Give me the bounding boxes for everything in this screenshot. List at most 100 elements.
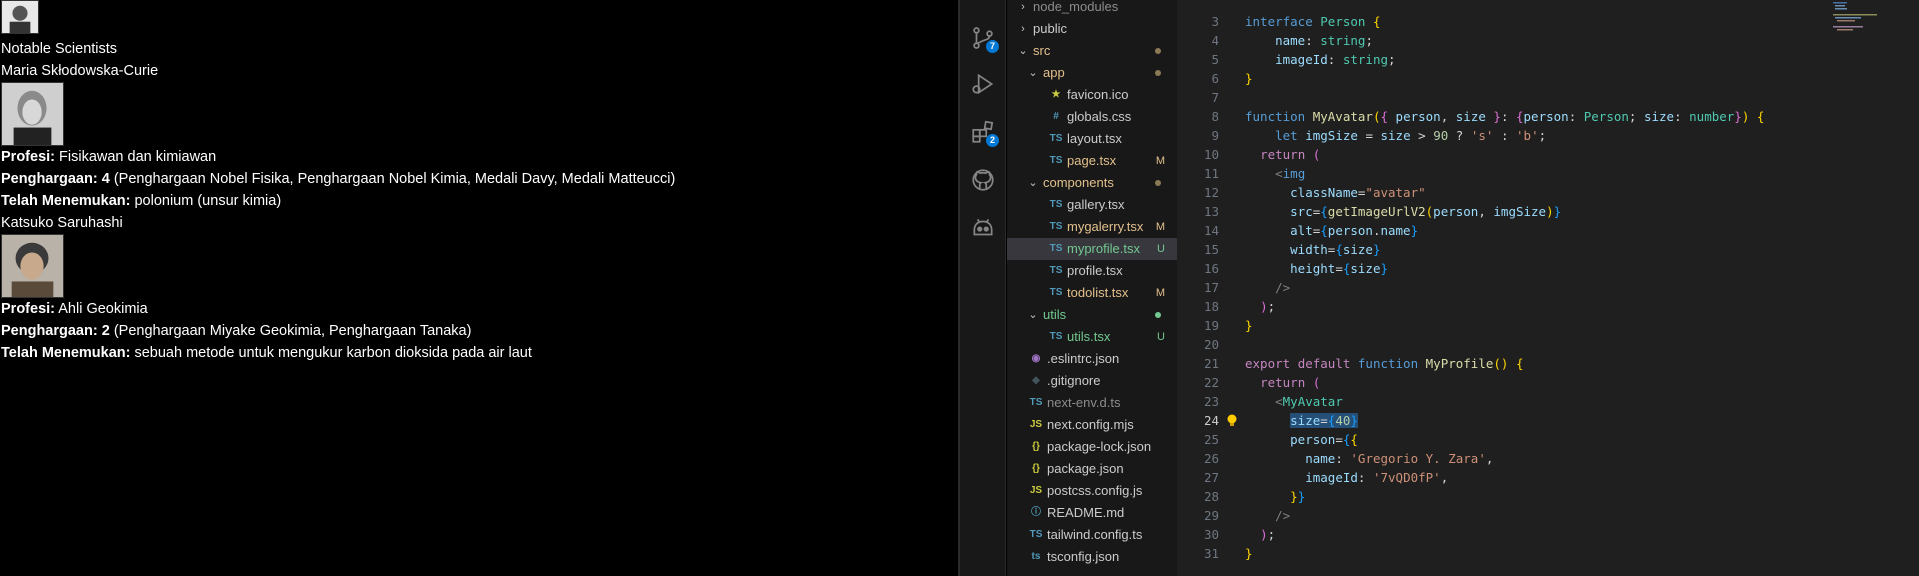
explorer-item[interactable]: ⓘ README.md [1007,502,1177,524]
line-number: 7 [1211,90,1219,105]
code-line[interactable]: return ( [1245,145,1320,164]
explorer-item[interactable]: TS todolist.tsx M [1007,282,1177,304]
code-line[interactable]: width={size} [1245,240,1380,259]
explorer-item[interactable]: TS myprofile.tsx U [1007,238,1177,260]
code-line[interactable]: export default function MyProfile() { [1245,354,1524,373]
explorer-item[interactable]: TS mygalerry.tsx M [1007,216,1177,238]
explorer-item[interactable]: TS tailwind.config.ts [1007,524,1177,546]
git-status-badge: U [1157,331,1165,343]
explorer-item[interactable]: TS profile.tsx [1007,260,1177,282]
code-line[interactable]: <MyAvatar [1245,392,1343,411]
copilot-icon[interactable] [969,214,997,242]
code-line[interactable]: person={{ [1245,430,1358,449]
git-status-badge: M [1155,221,1165,233]
code-line[interactable]: } [1245,69,1253,88]
line-number: 13 [1203,204,1219,219]
line-number: 6 [1211,71,1219,86]
ts-file-icon: TS [1049,221,1063,232]
explorer-item[interactable]: › public [1007,18,1177,40]
explorer-item[interactable]: JS postcss.config.js [1007,480,1177,502]
scientist-portrait [1,82,64,146]
code-line[interactable]: } [1245,544,1253,563]
code-line[interactable]: alt={person.name} [1245,221,1418,240]
explorer-item-label: gallery.tsx [1067,197,1125,212]
line-number: 17 [1203,280,1219,295]
code-line[interactable]: } [1245,316,1253,335]
code-line[interactable]: height={size} [1245,259,1388,278]
minimap[interactable] [1833,0,1909,40]
modified-dot [1155,312,1161,318]
explorer-item[interactable]: ◉ .eslintrc.json [1007,348,1177,370]
line-number: 25 [1203,432,1219,447]
explorer-item[interactable]: ⌄ src [1007,40,1177,62]
extensions-badge: 2 [986,134,999,147]
activity-bar: 7 2 [960,0,1006,576]
lightbulb-icon[interactable] [1225,411,1239,430]
ts-file-icon: TS [1049,331,1063,342]
extensions-icon[interactable]: 2 [969,118,999,147]
code-line[interactable]: ); [1245,525,1275,544]
chevron-down-icon[interactable]: ⌄ [1027,304,1039,326]
code-line[interactable]: ); [1245,297,1275,316]
scientist-portrait [1,234,64,298]
line-number: 26 [1203,451,1219,466]
chevron-down-icon[interactable]: ⌄ [1027,62,1039,84]
scientist-discovery: Telah Menemukan: sebuah metode untuk men… [1,345,532,361]
explorer-item[interactable]: ⌄ components [1007,172,1177,194]
chevron-down-icon[interactable]: ⌄ [1027,172,1039,194]
explorer-item[interactable]: {} package.json [1007,458,1177,480]
explorer-item[interactable]: ts tsconfig.json [1007,546,1177,568]
code-line[interactable]: size={40} [1245,411,1358,430]
explorer-item-label: myprofile.tsx [1067,241,1140,256]
explorer-item[interactable]: TS next-env.d.ts [1007,392,1177,414]
code-line[interactable]: src={getImageUrlV2(person, imgSize)} [1245,202,1561,221]
git-status-badge: M [1155,155,1165,167]
page-heading: Notable Scientists [1,41,118,57]
code-line[interactable]: className="avatar" [1245,183,1425,202]
line-number: 28 [1203,489,1219,504]
explorer-item[interactable]: TS utils.tsx U [1007,326,1177,348]
line-number: 21 [1203,356,1219,371]
code-line[interactable]: /> [1245,278,1290,297]
explorer-item[interactable]: TS gallery.tsx [1007,194,1177,216]
code-line[interactable]: imageId: string; [1245,50,1395,69]
code-line[interactable]: let imgSize = size > 90 ? 's' : 'b'; [1245,126,1546,145]
code-line[interactable]: name: string; [1245,31,1373,50]
code-line[interactable]: interface Person { [1245,12,1380,31]
code-line[interactable]: return ( [1245,373,1320,392]
line-number: 29 [1203,508,1219,523]
code-line[interactable]: imageId: '7vQD0fP', [1245,468,1448,487]
explorer-item[interactable]: ◆ .gitignore [1007,370,1177,392]
explorer-item[interactable]: ⌄ utils [1007,304,1177,326]
code-editor[interactable]: 3 interface Person {4 name: string; 5 imag… [1177,0,1919,576]
explorer-item[interactable]: TS page.tsx M [1007,150,1177,172]
explorer-item[interactable]: JS next.config.mjs [1007,414,1177,436]
git-status-badge: M [1155,287,1165,299]
explorer-item[interactable]: # globals.css [1007,106,1177,128]
explorer-item-label: next-env.d.ts [1047,395,1121,410]
git-file-icon: ◆ [1032,375,1040,386]
json-file-icon: {} [1032,441,1040,452]
chevron-right-icon[interactable]: › [1017,18,1029,40]
chevron-right-icon[interactable]: › [1017,0,1029,18]
code-line[interactable]: <img [1245,164,1305,183]
explorer-item[interactable]: › node_modules [1007,0,1177,18]
explorer-item[interactable]: ★ favicon.ico [1007,84,1177,106]
code-line[interactable]: }} [1245,487,1305,506]
ico-file-icon: ★ [1051,89,1061,100]
code-line[interactable]: /> [1245,506,1290,525]
modified-dot [1155,48,1161,54]
line-number: 23 [1203,394,1219,409]
github-icon[interactable] [969,166,997,194]
chevron-down-icon[interactable]: ⌄ [1017,40,1029,62]
explorer-item[interactable]: TS layout.tsx [1007,128,1177,150]
code-line[interactable]: name: 'Gregorio Y. Zara', [1245,449,1493,468]
explorer-item-label: utils [1043,307,1067,322]
run-debug-icon[interactable] [969,70,997,98]
code-line[interactable]: function MyAvatar({ person, size }: {per… [1245,107,1764,126]
source-control-icon[interactable]: 7 [969,24,999,53]
explorer-item[interactable]: ⌄ app [1007,62,1177,84]
explorer-item-label: mygalerry.tsx [1067,219,1144,234]
explorer-item[interactable]: {} package-lock.json [1007,436,1177,458]
line-number: 5 [1211,52,1219,67]
